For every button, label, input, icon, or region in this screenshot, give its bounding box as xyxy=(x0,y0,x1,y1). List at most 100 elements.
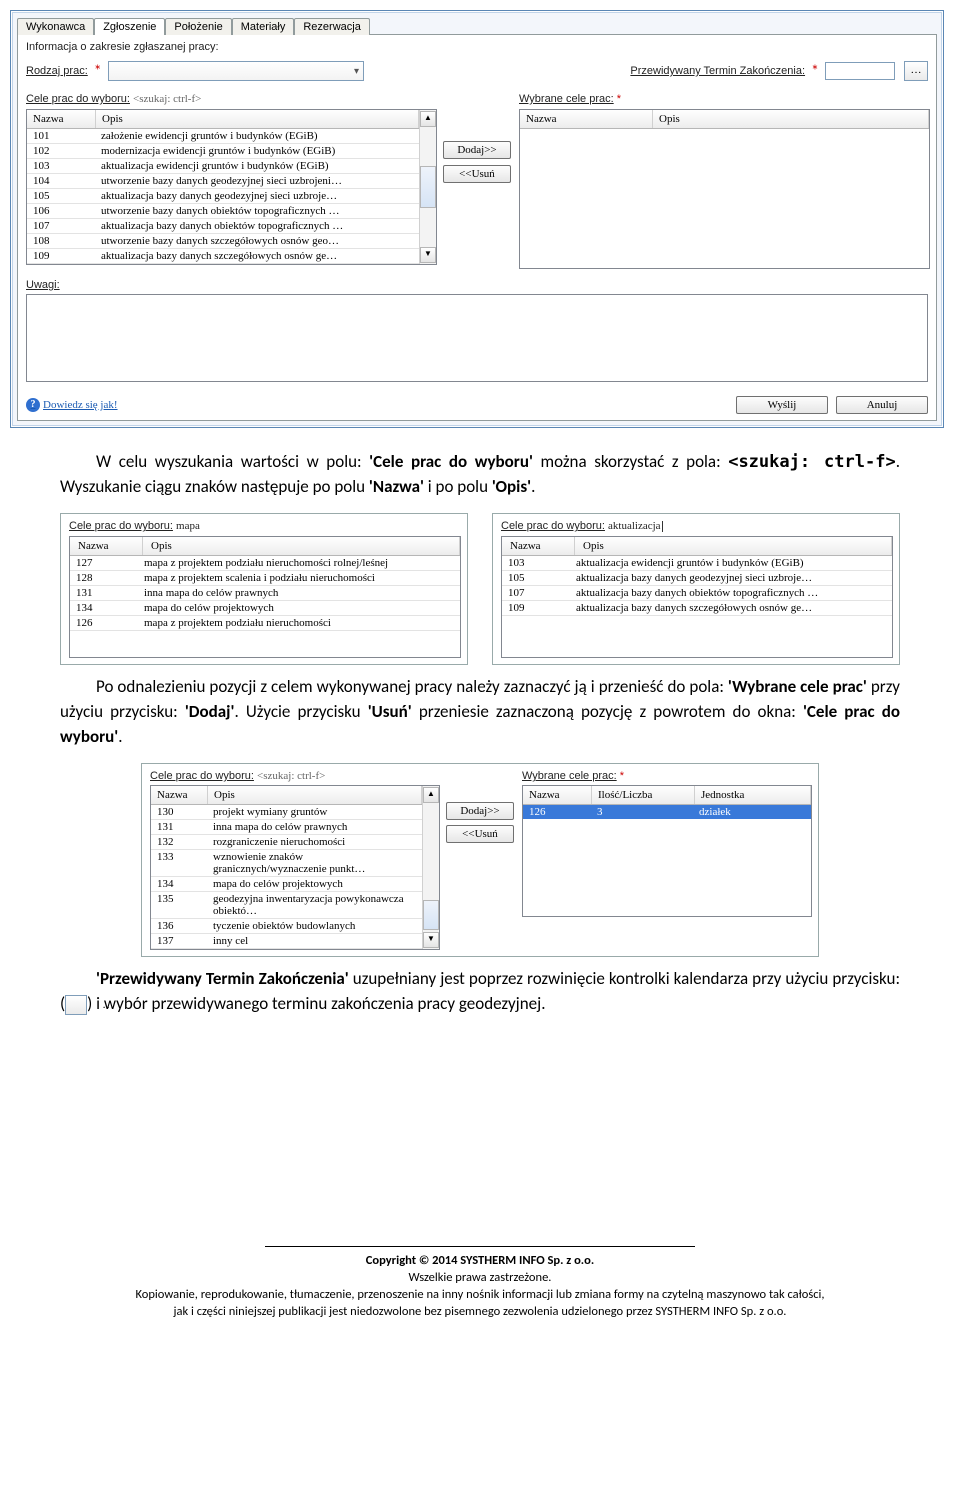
table-row: 134mapa do celów projektowych xyxy=(70,601,460,616)
cele-left-label: Cele prac do wyboru: xyxy=(26,93,130,105)
label: Wybrane cele prac: xyxy=(522,770,617,782)
table-row: 128mapa z projektem scalenia i podziału … xyxy=(70,571,460,586)
transfer-example: Cele prac do wyboru: <szukaj: ctrl-f> Na… xyxy=(141,763,819,957)
scroll-down-icon[interactable]: ▼ xyxy=(420,247,436,263)
table-row: 102modernizacja ewidencji gruntów i budy… xyxy=(27,144,419,159)
uwagi-label: Uwagi: xyxy=(26,279,928,291)
table-row: 137inny cel xyxy=(151,934,422,949)
table-row: 103aktualizacja ewidencji gruntów i budy… xyxy=(27,159,419,174)
rodzaj-combo[interactable] xyxy=(108,61,364,81)
table-row: 134mapa do celów projektowych xyxy=(151,877,422,892)
tab-wykonawca[interactable]: Wykonawca xyxy=(17,18,94,35)
table-row: 103aktualizacja ewidencji gruntów i budy… xyxy=(502,556,892,571)
disclaimer-line: jak i części niniejszej publikacji jest … xyxy=(60,1304,900,1321)
cele-right-table[interactable]: Nazwa Opis xyxy=(519,109,930,269)
table-row: 105aktualizacja bazy danych geodezyjnej … xyxy=(27,189,419,204)
table-row: 105aktualizacja bazy danych geodezyjnej … xyxy=(502,571,892,586)
table-row: 127mapa z projektem podziału nieruchomoś… xyxy=(70,556,460,571)
info-label: Informacja o zakresie zgłaszanej pracy: xyxy=(26,41,928,53)
required-marker: * xyxy=(94,62,102,81)
table-row: 108utworzenie bazy danych szczegółowych … xyxy=(27,234,419,249)
dodaj-button[interactable]: Dodaj>> xyxy=(443,141,511,159)
label: Cele prac do wyboru: xyxy=(501,520,605,532)
paragraph: 'Przewidywany Termin Zakończenia' uzupeł… xyxy=(60,967,900,1016)
table-row: 133wznowienie znaków granicznych/wyznacz… xyxy=(151,850,422,877)
scroll-down-icon: ▼ xyxy=(423,932,439,948)
right-table: Nazwa Ilość/Liczba Jednostka 1263działek xyxy=(522,785,812,917)
table-row: 126mapa z projektem podziału nieruchomoś… xyxy=(70,616,460,631)
date-picker-icon: … xyxy=(65,995,87,1015)
label: Cele prac do wyboru: xyxy=(69,520,173,532)
col-opis: Opis xyxy=(575,537,892,555)
rodzaj-label: Rodzaj prac: xyxy=(26,65,88,77)
scrollbar: ▲ ▼ xyxy=(422,786,439,949)
help-link[interactable]: ? Dowiedz się jak! xyxy=(26,398,118,412)
scroll-thumb[interactable] xyxy=(420,166,436,208)
paragraph: Po odnalezieniu pozycji z celem wykonywa… xyxy=(60,675,900,749)
col-ilosc: Ilość/Liczba xyxy=(592,786,695,804)
table-row: 101założenie ewidencji gruntów i budynkó… xyxy=(27,129,419,144)
result-table: Nazwa Opis 127mapa z projektem podziału … xyxy=(69,536,461,658)
tab-rezerwacja[interactable]: Rezerwacja xyxy=(294,18,369,35)
left-table: Nazwa Opis 130projekt wymiany gruntów131… xyxy=(150,785,440,950)
search-example-left: Cele prac do wyboru: mapa Nazwa Opis 127… xyxy=(60,513,468,665)
uwagi-textarea[interactable] xyxy=(26,294,928,382)
table-row: 109aktualizacja bazy danych szczegółowyc… xyxy=(502,601,892,616)
dialog-window: Wykonawca Zgłoszenie Położenie Materiały… xyxy=(10,10,944,428)
table-row: 107aktualizacja bazy danych obiektów top… xyxy=(27,219,419,234)
required-marker: * xyxy=(617,93,621,105)
search-hint: <szukaj: ctrl-f> xyxy=(257,770,325,782)
tab-zgloszenie[interactable]: Zgłoszenie xyxy=(94,18,165,35)
table-row: 109aktualizacja bazy danych szczegółowyc… xyxy=(27,249,419,264)
scroll-up-icon[interactable]: ▲ xyxy=(420,111,436,127)
help-icon: ? xyxy=(26,398,40,412)
search-hint: <szukaj: ctrl-f> xyxy=(133,93,201,105)
table-row: 104utworzenie bazy danych geodezyjnej si… xyxy=(27,174,419,189)
required-marker: * xyxy=(620,770,624,782)
cele-left-table[interactable]: Nazwa Opis 101założenie ewidencji gruntó… xyxy=(26,109,437,265)
col-nazwa: Nazwa xyxy=(523,786,592,804)
table-row: 136tyczenie obiektów budowlanych xyxy=(151,919,422,934)
search-value: aktualizacja xyxy=(608,520,661,532)
table-row: 1263działek xyxy=(523,805,811,819)
termin-input[interactable] xyxy=(825,62,895,80)
table-row: 132rozgraniczenie nieruchomości xyxy=(151,835,422,850)
tab-materialy[interactable]: Materiały xyxy=(232,18,295,35)
required-marker: * xyxy=(811,62,819,81)
col-nazwa: Nazwa xyxy=(70,537,143,555)
col-jednostka: Jednostka xyxy=(695,786,811,804)
table-row: 107aktualizacja bazy danych obiektów top… xyxy=(502,586,892,601)
termin-label: Przewidywany Termin Zakończenia: xyxy=(630,65,805,77)
col-opis[interactable]: Opis xyxy=(653,110,929,128)
table-row: 106utworzenie bazy danych obiektów topog… xyxy=(27,204,419,219)
label: Cele prac do wyboru: xyxy=(150,770,254,782)
table-row: 131inna mapa do celów prawnych xyxy=(151,820,422,835)
help-link-label: Dowiedz się jak! xyxy=(43,399,118,411)
col-opis: Opis xyxy=(208,786,422,804)
usun-button[interactable]: <<Usuń xyxy=(443,165,511,183)
scrollbar[interactable]: ▲ ▼ xyxy=(419,110,436,264)
search-example-right: Cele prac do wyboru: aktualizacja Nazwa … xyxy=(492,513,900,665)
wyslij-button[interactable]: Wyślij xyxy=(736,396,828,414)
disclaimer-line: Kopiowanie, reprodukowanie, tłumaczenie,… xyxy=(60,1287,900,1304)
tab-polozenie[interactable]: Położenie xyxy=(165,18,231,35)
col-nazwa: Nazwa xyxy=(502,537,575,555)
tabs-bar: Wykonawca Zgłoszenie Położenie Materiały… xyxy=(13,13,941,34)
anuluj-button[interactable]: Anuluj xyxy=(836,396,928,414)
col-nazwa[interactable]: Nazwa xyxy=(520,110,653,128)
table-row: 131inna mapa do celów prawnych xyxy=(70,586,460,601)
search-value: mapa xyxy=(176,520,200,532)
usun-button: <<Usuń xyxy=(446,825,514,843)
copyright: Copyright © 2014 SYSTHERM INFO Sp. z o.o… xyxy=(366,1253,594,1268)
date-picker-button[interactable]: … xyxy=(904,61,928,81)
footer: Copyright © 2014 SYSTHERM INFO Sp. z o.o… xyxy=(0,1236,960,1341)
scroll-up-icon: ▲ xyxy=(423,787,439,803)
col-nazwa[interactable]: Nazwa xyxy=(27,110,96,128)
paragraph: W celu wyszukania wartości w polu: 'Cele… xyxy=(60,450,900,499)
scroll-thumb xyxy=(423,900,439,930)
rights: Wszelkie prawa zastrzeżone. xyxy=(60,1270,900,1287)
result-table: Nazwa Opis 103aktualizacja ewidencji gru… xyxy=(501,536,893,658)
dodaj-button: Dodaj>> xyxy=(446,802,514,820)
col-opis[interactable]: Opis xyxy=(96,110,419,128)
cele-right-label: Wybrane cele prac: xyxy=(519,93,614,105)
